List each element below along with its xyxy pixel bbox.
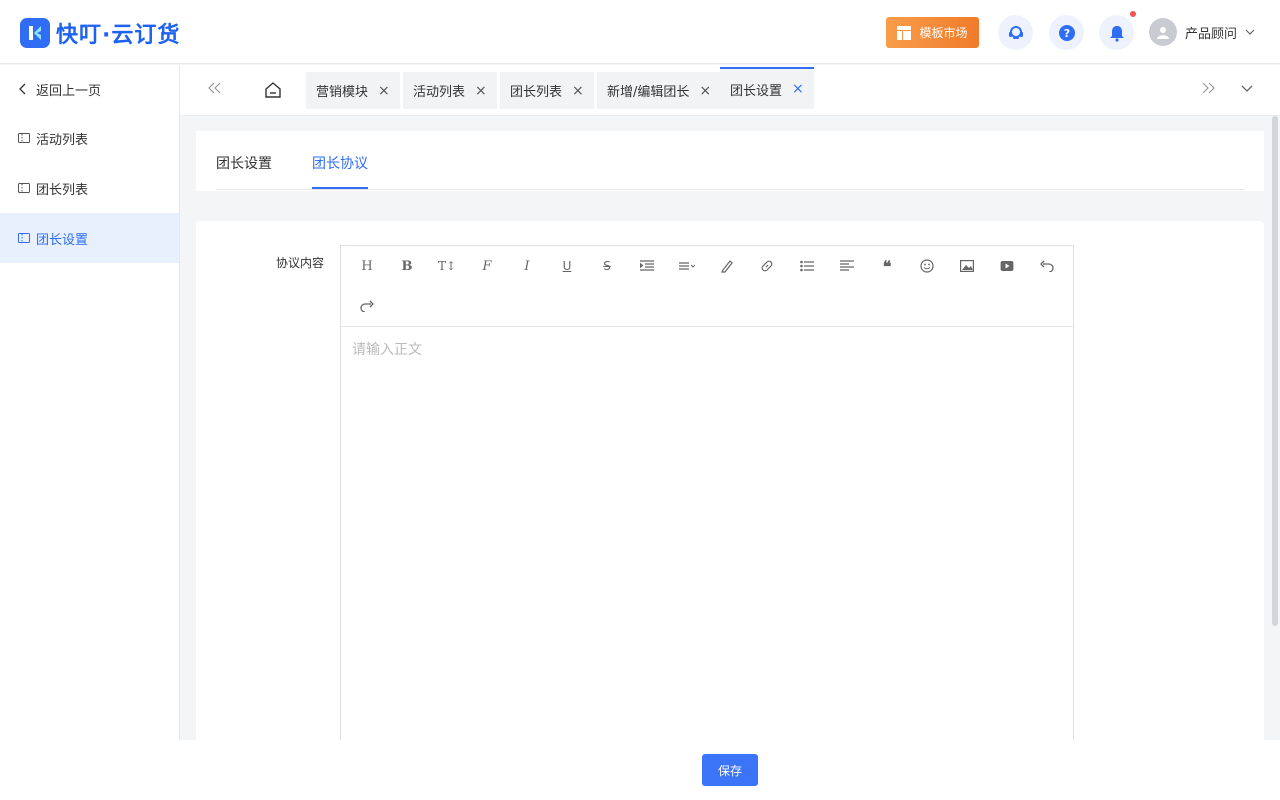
help-button[interactable]: ? (1049, 15, 1084, 50)
close-icon[interactable]: × (378, 83, 390, 99)
redo-icon[interactable] (357, 296, 377, 316)
close-icon[interactable]: × (572, 83, 584, 99)
subtabs-card: 团长设置 团长协议 (196, 131, 1264, 191)
sidebar-item-label: 团长设置 (36, 232, 89, 248)
underline-icon[interactable]: U (557, 256, 577, 276)
ticket-icon (18, 133, 30, 143)
bullet-list-icon[interactable] (797, 256, 817, 276)
video-icon[interactable] (997, 256, 1017, 276)
notification-button[interactable] (1099, 11, 1136, 50)
subtab-leader-settings[interactable]: 团长设置 (216, 153, 272, 173)
template-market-label: 模板市场 (919, 26, 968, 40)
sidebar-item-label: 活动列表 (36, 132, 89, 148)
avatar (1149, 18, 1177, 46)
field-label: 协议内容 (276, 256, 325, 270)
font-size-icon[interactable]: T↕ (437, 256, 457, 276)
user-menu[interactable]: 产品顾问 (1149, 18, 1255, 46)
tab-label: 营销模块 (316, 85, 369, 100)
logo-icon (20, 18, 50, 48)
font-family-icon[interactable]: F (477, 256, 497, 276)
tab-leader-settings[interactable]: 团长设置 × (720, 67, 814, 109)
subtab-leader-agreement[interactable]: 团长协议 (312, 153, 368, 173)
tab-activity-list[interactable]: 活动列表 × (403, 72, 497, 109)
user-icon (1157, 27, 1169, 39)
layout-icon (897, 25, 912, 40)
template-market-button[interactable]: 模板市场 (886, 17, 979, 48)
tab-label: 团长设置 (730, 83, 783, 99)
customer-service-button[interactable] (998, 15, 1033, 50)
user-name: 产品顾问 (1185, 26, 1238, 42)
tab-label: 活动列表 (413, 85, 466, 100)
sidebar: 返回上一页 活动列表 团长列表 团长设置 (0, 65, 180, 800)
color-brush-icon[interactable] (717, 256, 737, 276)
close-icon[interactable]: × (792, 81, 804, 97)
rich-text-editor: H B T↕ F I U S ❝ 请输入正文 (340, 245, 1074, 765)
quote-icon[interactable]: ❝ (877, 256, 897, 276)
tab-marketing-module[interactable]: 营销模块 × (306, 72, 400, 109)
tab-edit-leader[interactable]: 新增/编辑团长 × (597, 72, 722, 109)
ticket-icon (18, 183, 30, 193)
sidebar-item-leader-list[interactable]: 团长列表 (0, 163, 179, 213)
undo-icon[interactable] (1037, 256, 1057, 276)
headset-icon (1008, 25, 1023, 39)
footer-action-bar: 保存 (0, 740, 1280, 800)
tabs-scroll-left-button[interactable] (208, 82, 222, 98)
chevron-down-icon (1245, 29, 1255, 35)
home-tab[interactable] (264, 81, 282, 103)
chevron-down-icon (1241, 85, 1253, 92)
back-button[interactable]: 返回上一页 (0, 65, 179, 113)
tab-label: 团长列表 (510, 85, 563, 100)
home-icon (265, 82, 281, 98)
image-icon[interactable] (957, 256, 977, 276)
editor-toolbar: H B T↕ F I U S ❝ (341, 246, 1073, 327)
sidebar-item-activity-list[interactable]: 活动列表 (0, 113, 179, 163)
tab-label: 新增/编辑团长 (607, 85, 690, 100)
tabs-menu-button[interactable] (1241, 83, 1253, 98)
heading-icon[interactable]: H (357, 256, 377, 276)
subtab-active-indicator (312, 187, 368, 189)
close-icon[interactable]: × (475, 83, 487, 99)
chevron-left-icon (19, 83, 26, 95)
editor-content-input[interactable]: 请输入正文 (352, 339, 422, 359)
italic-icon[interactable]: I (517, 256, 537, 276)
agreement-form-card: 协议内容 H B T↕ F I U S ❝ 请输入正文 (196, 221, 1264, 765)
close-icon[interactable]: × (699, 83, 711, 99)
logo-text: 快叮·云订货 (56, 23, 181, 48)
link-icon[interactable] (757, 256, 777, 276)
line-height-icon[interactable] (677, 256, 697, 276)
help-icon: ? (1058, 24, 1075, 41)
strikethrough-icon[interactable]: S (597, 256, 617, 276)
notification-dot (1130, 11, 1136, 17)
bell-icon (1109, 25, 1124, 42)
sidebar-item-label: 团长列表 (36, 182, 89, 198)
bold-icon[interactable]: B (397, 256, 417, 276)
indent-icon[interactable] (637, 256, 657, 276)
double-chevron-right-icon (1202, 82, 1215, 94)
back-label: 返回上一页 (36, 83, 102, 99)
sidebar-item-leader-settings[interactable]: 团长设置 (0, 213, 179, 263)
subtabs-divider (216, 189, 1244, 190)
emoji-icon[interactable] (917, 256, 937, 276)
ticket-icon (18, 233, 30, 243)
page-tabs-bar: 营销模块 × 活动列表 × 团长列表 × 新增/编辑团长 × 团长设置 × (180, 65, 1280, 116)
double-chevron-left-icon (208, 82, 221, 94)
save-button[interactable]: 保存 (702, 754, 758, 786)
app-logo[interactable]: 快叮·云订货 (20, 17, 180, 49)
app-header: 快叮·云订货 模板市场 ? 产品顾问 (0, 0, 1280, 64)
tabs-scroll-right-button[interactable] (1201, 82, 1215, 98)
page-scrollbar[interactable] (1272, 116, 1278, 626)
align-left-icon[interactable] (837, 256, 857, 276)
svg-text:?: ? (1063, 27, 1069, 40)
tab-leader-list[interactable]: 团长列表 × (500, 72, 594, 109)
